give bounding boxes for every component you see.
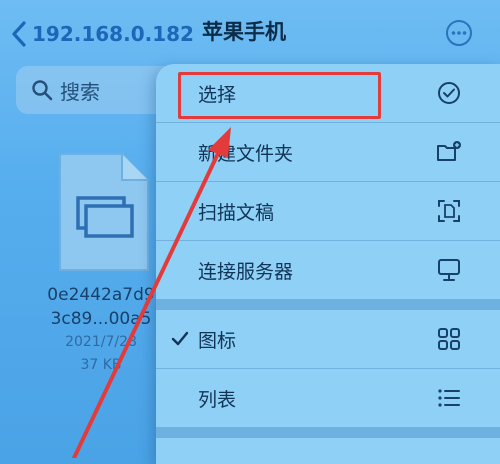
back-button[interactable]: 192.168.0.182 <box>8 14 194 54</box>
menu-item-label: 列表 <box>198 388 237 411</box>
file-name-line1: 0e2442a7d9 <box>47 285 155 305</box>
back-button-label: 192.168.0.182 <box>32 22 194 46</box>
new-folder-icon <box>437 141 461 161</box>
menu-item-view-icons[interactable]: 图标 <box>156 310 500 369</box>
chevron-left-icon <box>12 21 26 47</box>
file-name-line2: 3c89...00a5 <box>50 309 152 329</box>
monitor-icon <box>438 259 460 281</box>
menu-item-scan-document[interactable]: 扫描文稿 <box>156 182 500 241</box>
menu-item-label: 新建文件夹 <box>198 142 294 165</box>
menu-item-connect-server[interactable]: 连接服务器 <box>156 241 500 300</box>
scan-document-icon <box>438 200 460 222</box>
file-browser-screen: 192.168.0.182 苹果手机 搜索 0e2442a7d9 3c89...… <box>0 0 500 464</box>
checkmark-circle-icon <box>438 82 460 104</box>
menu-item-new-folder[interactable]: 新建文件夹 <box>156 123 500 182</box>
menu-item-view-list[interactable]: 列表 <box>156 369 500 428</box>
select-highlight-box <box>178 72 381 119</box>
menu-item-label: 扫描文稿 <box>198 201 275 224</box>
list-icon <box>438 389 460 407</box>
checkmark-icon <box>171 331 189 346</box>
menu-separator <box>156 300 500 310</box>
context-menu: 选择 新建文件夹 扫描文稿 连接服务器 图标 列表 <box>156 64 500 464</box>
menu-item-label: 连接服务器 <box>198 260 294 283</box>
more-options-icon[interactable] <box>444 18 474 48</box>
file-thumbnail-icon[interactable] <box>56 150 152 274</box>
menu-separator <box>156 428 500 438</box>
file-date: 2021/7/28 <box>65 334 137 350</box>
grid-icon <box>438 328 460 350</box>
file-name: 0e2442a7d9 3c89...00a5 <box>26 283 176 331</box>
file-size: 37 KB <box>80 357 122 373</box>
search-placeholder: 搜索 <box>60 79 100 104</box>
page-title: 苹果手机 <box>202 20 286 44</box>
navigation-bar: 192.168.0.182 苹果手机 <box>0 0 500 66</box>
search-icon <box>32 80 53 101</box>
menu-item-label: 图标 <box>198 329 237 352</box>
